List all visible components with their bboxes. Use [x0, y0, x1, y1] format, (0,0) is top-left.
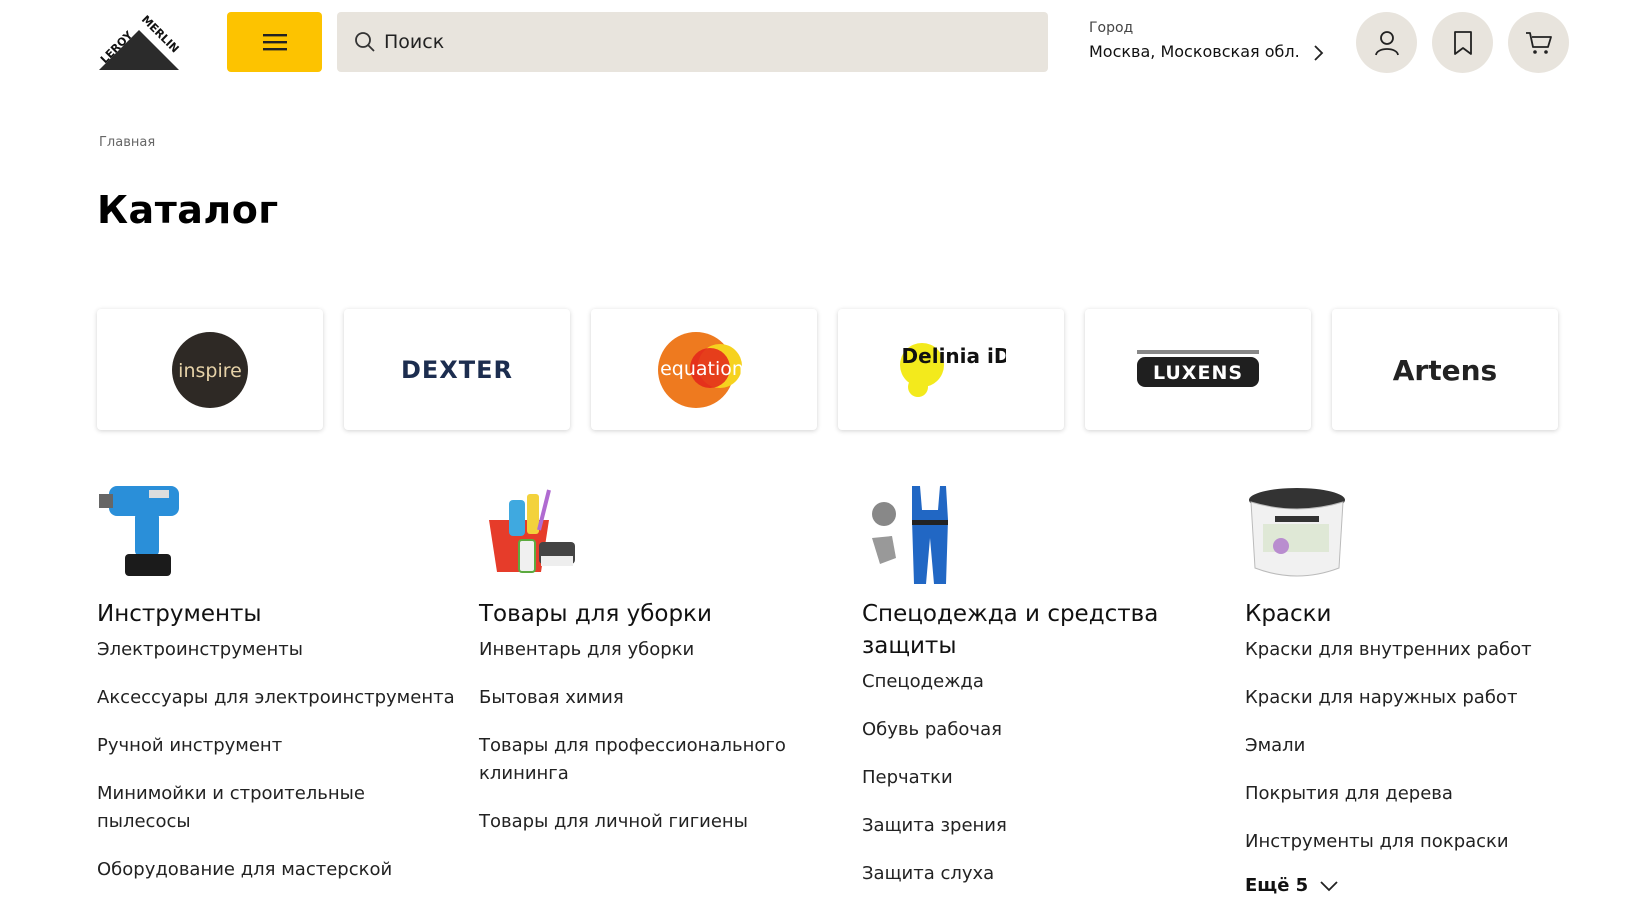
breadcrumb: Главная: [99, 135, 155, 150]
show-more-label: Ещё 5: [1245, 875, 1309, 896]
svg-text:Artens: Artens: [1393, 354, 1497, 387]
catalog-menu-button[interactable]: [227, 12, 322, 72]
chevron-down-icon: [1320, 880, 1338, 891]
leroy-merlin-logo[interactable]: LEROY MERLIN: [93, 14, 185, 70]
show-more-button[interactable]: Ещё 5: [1245, 875, 1338, 896]
svg-text:Delinia iD: Delinia iD: [902, 344, 1006, 368]
subcategory-link[interactable]: Товары для личной гигиены: [479, 808, 849, 836]
subcategory-link[interactable]: Инвентарь для уборки: [479, 636, 849, 664]
cleaning-supplies-image: [489, 489, 575, 573]
subcategory-link[interactable]: Эмали: [1245, 732, 1615, 760]
subcategory-link[interactable]: Краски для наружных работ: [1245, 684, 1615, 712]
brand-tile-equation[interactable]: equation: [591, 309, 817, 430]
equation-logo: equation: [658, 331, 744, 408]
paint-bucket-image: [1249, 488, 1345, 577]
category-title[interactable]: Краски: [1245, 598, 1615, 630]
subcategory-link[interactable]: Оборудование для мастерской: [97, 856, 467, 884]
svg-text:inspire: inspire: [178, 360, 242, 382]
delinia-logo: Delinia iD: [900, 342, 1006, 397]
page-title: Каталог: [97, 188, 279, 232]
category-tools: Инструменты Электроинструменты Аксессуар…: [97, 480, 467, 904]
subcategory-link[interactable]: Защита слуха: [862, 860, 1232, 888]
subcategory-list: Инвентарь для уборки Бытовая химия Товар…: [479, 636, 849, 836]
subcategory-link[interactable]: Спецодежда: [862, 668, 1232, 696]
brand-tile-luxens[interactable]: LUXENS: [1085, 309, 1311, 430]
breadcrumb-home-link[interactable]: Главная: [99, 135, 155, 150]
dexter-logo: DEXTER: [401, 356, 513, 384]
inspire-logo: inspire: [172, 331, 248, 408]
subcategory-list: Электроинструменты Аксессуары для электр…: [97, 636, 467, 884]
category-cleaning: Товары для уборки Инвентарь для уборки Б…: [479, 480, 849, 856]
luxens-logo: LUXENS: [1137, 349, 1259, 387]
subcategory-link[interactable]: Обувь рабочая: [862, 716, 1232, 744]
subcategory-link[interactable]: Инструменты для покраски: [1245, 828, 1615, 856]
subcategory-link[interactable]: Бытовая химия: [479, 684, 849, 712]
subcategory-link[interactable]: Ручной инструмент: [97, 732, 467, 760]
subcategory-link[interactable]: Краски для внутренних работ: [1245, 636, 1615, 664]
svg-text:LUXENS: LUXENS: [1153, 362, 1243, 384]
bookmark-icon: [1453, 30, 1472, 55]
brand-tile-dexter[interactable]: DEXTER: [344, 309, 570, 430]
city-selector[interactable]: Город Москва, Московская обл.: [1089, 20, 1339, 61]
category-title[interactable]: Спецодежда и средства защиты: [862, 598, 1172, 662]
brand-tile-delinia[interactable]: Delinia iD: [838, 309, 1064, 430]
subcategory-link[interactable]: Минимойки и строительные пылесосы: [97, 780, 397, 836]
workwear-image: [872, 486, 948, 584]
subcategory-link[interactable]: Перчатки: [862, 764, 1232, 792]
subcategory-link[interactable]: Покрытия для дерева: [1245, 780, 1615, 808]
city-label: Город: [1089, 20, 1134, 36]
subcategory-link[interactable]: Аксессуары для электроинструмента: [97, 684, 467, 712]
chevron-right-icon: [1314, 45, 1324, 61]
brand-tile-inspire[interactable]: inspire: [97, 309, 323, 430]
subcategory-list: Краски для внутренних работ Краски для н…: [1245, 636, 1615, 856]
subcategory-link[interactable]: Товары для профессионального клининга: [479, 732, 799, 788]
drill-image: [99, 486, 179, 576]
artens-logo: Artens: [1393, 354, 1497, 387]
category-title[interactable]: Товары для уборки: [479, 598, 849, 630]
subcategory-list: Спецодежда Обувь рабочая Перчатки Защита…: [862, 668, 1232, 888]
profile-button[interactable]: [1356, 12, 1417, 73]
category-paints: Краски Краски для внутренних работ Краск…: [1245, 480, 1615, 896]
subcategory-link[interactable]: Защита зрения: [862, 812, 1232, 840]
favorites-button[interactable]: [1432, 12, 1493, 73]
city-value: Москва, Московская обл.: [1089, 42, 1300, 61]
svg-text:DEXTER: DEXTER: [401, 356, 513, 384]
category-workwear: Спецодежда и средства защиты Спецодежда …: [862, 480, 1232, 906]
cart-button[interactable]: [1508, 12, 1569, 73]
search-input[interactable]: [384, 31, 1024, 53]
cart-icon: [1525, 31, 1552, 54]
brand-tile-artens[interactable]: Artens: [1332, 309, 1558, 430]
search-icon: [355, 32, 375, 52]
user-icon: [1374, 30, 1399, 55]
search-bar[interactable]: [337, 12, 1048, 72]
svg-text:equation: equation: [660, 358, 744, 380]
subcategory-link[interactable]: Электроинструменты: [97, 636, 467, 664]
hamburger-icon: [262, 34, 287, 51]
category-title[interactable]: Инструменты: [97, 598, 467, 630]
